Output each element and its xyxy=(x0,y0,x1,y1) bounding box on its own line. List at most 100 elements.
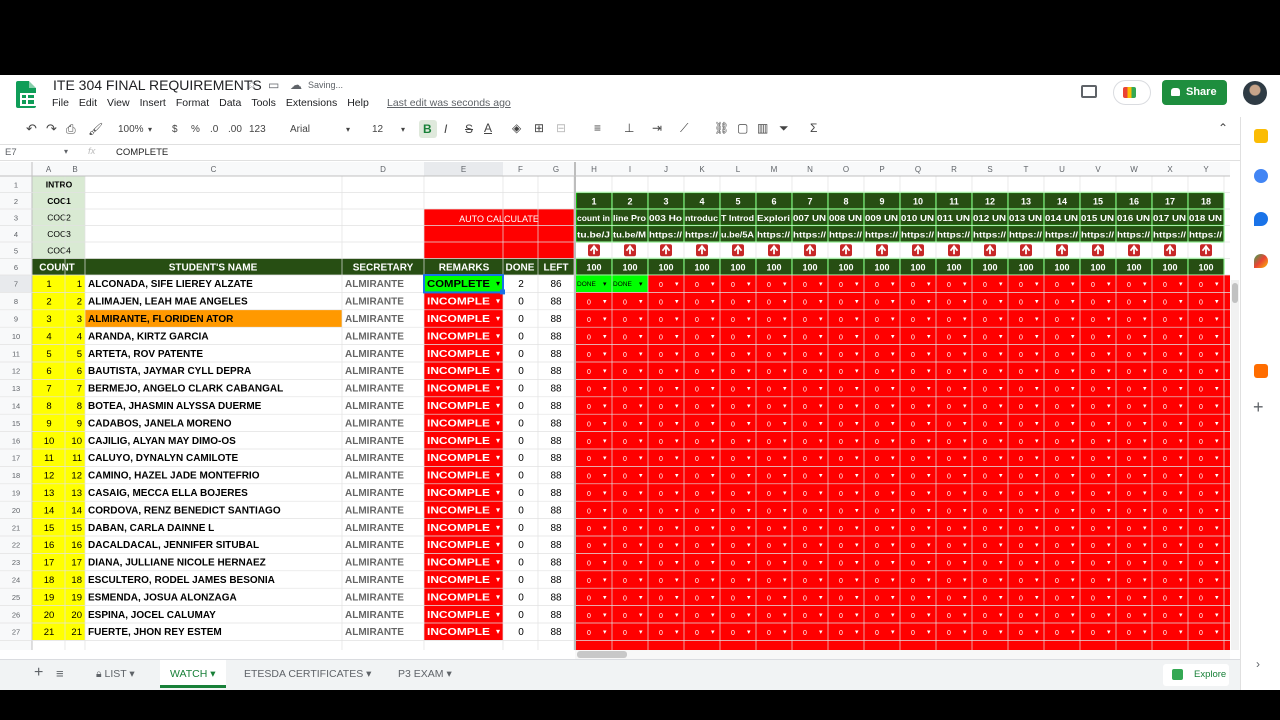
formula-input[interactable]: COMPLETE xyxy=(116,147,168,158)
row-number[interactable]: 19 xyxy=(12,489,20,498)
redo-icon[interactable]: ↷ xyxy=(46,121,57,137)
move-icon[interactable]: ▭ xyxy=(268,78,279,92)
row-number[interactable]: 2 xyxy=(14,197,18,206)
italic-button[interactable]: I xyxy=(444,122,447,136)
print-icon[interactable]: ⎙ xyxy=(66,122,76,137)
column-letter[interactable]: I xyxy=(629,165,631,174)
merge-icon[interactable]: ⊟ xyxy=(556,121,566,135)
font-select[interactable]: Arial xyxy=(290,124,310,135)
tab-list[interactable]: 🔒︎ LIST ▾ xyxy=(86,660,145,688)
decimal-increase-button[interactable]: .00 xyxy=(228,124,242,135)
column-letter[interactable]: R xyxy=(951,165,957,174)
row-number[interactable]: 11 xyxy=(12,349,20,358)
menu-edit[interactable]: Edit xyxy=(79,97,97,109)
currency-button[interactable]: $ xyxy=(172,124,178,135)
row-number[interactable]: 16 xyxy=(12,436,20,445)
row-number[interactable]: 8 xyxy=(14,297,18,306)
row-number[interactable]: 10 xyxy=(12,332,20,341)
avatar[interactable] xyxy=(1243,81,1267,105)
row-number[interactable]: 4 xyxy=(14,230,18,239)
row-number[interactable]: 7 xyxy=(14,280,18,289)
add-addon-icon[interactable]: + xyxy=(1253,397,1264,418)
column-letter[interactable]: A xyxy=(46,165,52,174)
column-letter[interactable]: G xyxy=(553,165,559,174)
menu-data[interactable]: Data xyxy=(219,97,241,109)
meet-icon[interactable] xyxy=(1113,80,1151,105)
collapse-menu-icon[interactable]: ⌃ xyxy=(1218,121,1228,135)
column-letter[interactable]: N xyxy=(807,165,813,174)
column-letter[interactable]: U xyxy=(1059,165,1065,174)
maps-icon[interactable] xyxy=(1254,254,1268,268)
column-letter[interactable]: Y xyxy=(1203,165,1209,174)
wrap-icon[interactable]: ⇥ xyxy=(652,121,662,135)
align-icon[interactable]: ≡ xyxy=(594,121,601,135)
name-box[interactable]: E7 xyxy=(5,147,17,158)
column-letter[interactable]: Q xyxy=(915,165,921,174)
row-number[interactable]: 14 xyxy=(12,402,20,411)
vertical-scroll-thumb[interactable] xyxy=(1232,283,1238,303)
star-icon[interactable]: ☆ xyxy=(246,77,258,93)
horizontal-scroll-thumb[interactable] xyxy=(577,651,627,658)
filter-icon[interactable]: ⏷ xyxy=(779,121,789,136)
text-color-button[interactable]: A xyxy=(484,121,492,135)
valign-icon[interactable]: ⊥ xyxy=(624,121,634,135)
column-letter[interactable]: L xyxy=(736,165,741,174)
column-letter[interactable]: J xyxy=(664,165,668,174)
vertical-scrollbar[interactable] xyxy=(1231,280,1239,650)
zoom-select[interactable]: 100% xyxy=(118,124,144,135)
borders-icon[interactable]: ⊞ xyxy=(534,121,544,135)
expand-panel-icon[interactable]: › xyxy=(1256,657,1260,671)
link-icon[interactable]: ⛓ xyxy=(714,121,729,135)
column-letter[interactable]: P xyxy=(879,165,884,174)
last-edit-link[interactable]: Last edit was seconds ago xyxy=(387,97,511,109)
comment-icon[interactable] xyxy=(1081,85,1097,98)
row-number[interactable]: 27 xyxy=(12,628,20,637)
row-number[interactable]: 12 xyxy=(12,367,20,376)
row-number[interactable]: 20 xyxy=(12,506,20,515)
share-button[interactable]: Share xyxy=(1162,80,1227,105)
decimal-decrease-button[interactable]: .0 xyxy=(210,124,218,135)
addon-icon[interactable] xyxy=(1254,364,1268,378)
document-title[interactable]: ITE 304 FINAL REQUIREMENTS xyxy=(53,77,262,93)
row-number[interactable]: 24 xyxy=(12,576,20,585)
keep-icon[interactable] xyxy=(1254,129,1268,143)
tab-p3-exam[interactable]: P3 EXAM ▾ xyxy=(388,660,462,688)
number-format-button[interactable]: 123 xyxy=(249,124,266,135)
add-sheet-icon[interactable]: + xyxy=(34,664,43,682)
row-number[interactable]: 3 xyxy=(14,213,18,222)
row-number[interactable]: 21 xyxy=(12,523,20,532)
row-number[interactable]: 17 xyxy=(12,454,20,463)
menu-tools[interactable]: Tools xyxy=(251,97,276,109)
row-number[interactable]: 1 xyxy=(14,180,18,189)
menu-extensions[interactable]: Extensions xyxy=(286,97,337,109)
column-letter[interactable]: W xyxy=(1130,165,1138,174)
column-letter[interactable]: T xyxy=(1024,165,1029,174)
column-letter[interactable]: H xyxy=(591,165,597,174)
contacts-icon[interactable] xyxy=(1254,212,1268,226)
spreadsheet-grid[interactable]: A B C D E F G H I J K L M N O P Q R S T U V W X Y 1 2 3 4 5 6 7 8 9 10 11 12… xyxy=(0,162,1230,650)
column-letter[interactable]: S xyxy=(987,165,992,174)
bold-button[interactable]: B xyxy=(419,120,437,138)
all-sheets-icon[interactable]: ≡ xyxy=(56,666,64,681)
column-letter[interactable]: F xyxy=(518,165,523,174)
column-letter[interactable]: V xyxy=(1095,165,1101,174)
row-number[interactable]: 23 xyxy=(12,558,20,567)
tasks-icon[interactable] xyxy=(1254,169,1268,183)
row-number[interactable]: 18 xyxy=(12,471,20,480)
column-letter[interactable]: X xyxy=(1167,165,1173,174)
column-letter[interactable]: K xyxy=(699,165,705,174)
font-size-select[interactable]: 12 xyxy=(372,124,383,135)
tab-etesda-certificates[interactable]: ETESDA CERTIFICATES ▾ xyxy=(234,660,381,688)
row-number[interactable]: 26 xyxy=(12,610,20,619)
menu-view[interactable]: View xyxy=(107,97,130,109)
menu-file[interactable]: File xyxy=(52,97,69,109)
row-number[interactable]: 25 xyxy=(12,593,20,602)
column-letter[interactable]: E xyxy=(461,165,466,174)
menu-insert[interactable]: Insert xyxy=(140,97,166,109)
grid-canvas[interactable]: A B C D E F G H I J K L M N O P Q R S T U V W X Y123456789101112… xyxy=(0,162,1230,650)
frozen-divider[interactable] xyxy=(574,162,576,650)
column-letter[interactable]: B xyxy=(72,165,77,174)
strikethrough-button[interactable]: S xyxy=(465,122,473,136)
rotate-icon[interactable]: ⟋ xyxy=(680,121,688,136)
column-letter[interactable]: C xyxy=(211,165,217,174)
